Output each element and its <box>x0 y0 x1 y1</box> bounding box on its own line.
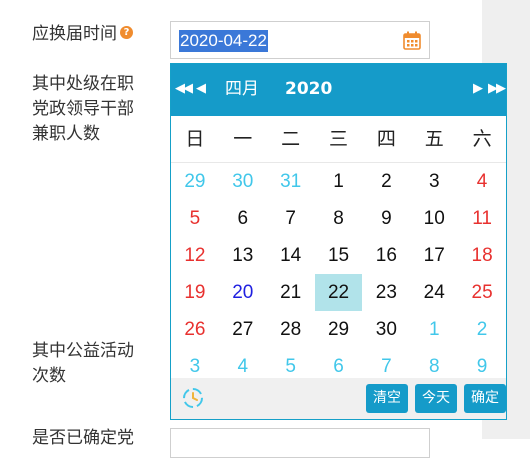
date-picker-popup: ◀◀ ◀ 四月 2020 ▶ ▶▶ 日 一 二 三 四 五 六 29 30 31… <box>170 63 507 420</box>
party-confirmed-input[interactable] <box>170 428 430 458</box>
day-cell[interactable]: 2 <box>458 311 506 348</box>
day-cell[interactable]: 13 <box>219 237 267 274</box>
day-cell[interactable]: 21 <box>267 274 315 311</box>
day-cell[interactable]: 7 <box>267 200 315 237</box>
prev-month-icon[interactable]: ◀ <box>196 80 206 98</box>
day-cell[interactable]: 23 <box>362 274 410 311</box>
day-cell[interactable]: 24 <box>410 274 458 311</box>
day-cell[interactable]: 29 <box>171 163 219 200</box>
day-cell[interactable]: 25 <box>458 274 506 311</box>
day-cell[interactable]: 19 <box>171 274 219 311</box>
help-icon[interactable]: ? <box>120 25 133 39</box>
weekday-thu: 四 <box>376 128 396 150</box>
day-cell[interactable]: 12 <box>171 237 219 274</box>
time-picker-icon[interactable] <box>181 386 205 410</box>
day-cell-today[interactable]: 20 <box>219 274 267 311</box>
day-cell[interactable]: 29 <box>315 311 363 348</box>
day-cell[interactable]: 10 <box>410 200 458 237</box>
day-cell[interactable]: 18 <box>458 237 506 274</box>
weekday-sat: 六 <box>472 128 492 150</box>
next-month-icon[interactable]: ▶ <box>473 80 483 98</box>
weekday-header-row: 日 一 二 三 四 五 六 <box>171 116 506 163</box>
month-selector[interactable]: 四月 <box>225 78 259 100</box>
weekday-mon: 一 <box>233 128 253 150</box>
field-label-text: 应换届时间 <box>32 24 117 44</box>
day-cell[interactable]: 4 <box>458 163 506 200</box>
field-label-public-activities: 其中公益活动次数 <box>32 341 134 386</box>
day-cell[interactable]: 27 <box>219 311 267 348</box>
date-picker-header: ◀◀ ◀ 四月 2020 ▶ ▶▶ <box>171 64 506 116</box>
day-cell[interactable]: 5 <box>171 200 219 237</box>
day-cell[interactable]: 26 <box>171 311 219 348</box>
date-input[interactable]: 2020-04-22 <box>170 21 430 59</box>
calendar-grid: 日 一 二 三 四 五 六 29 30 31 1 2 3 4 5 6 7 8 9… <box>171 116 506 385</box>
day-cell[interactable]: 30 <box>362 311 410 348</box>
date-picker-footer: 清空 今天 确定 <box>171 378 506 419</box>
day-cell[interactable]: 17 <box>410 237 458 274</box>
field-label-concurrent-posts: 其中处级在职党政领导干部兼职人数 <box>32 74 134 144</box>
confirm-button[interactable]: 确定 <box>464 384 506 413</box>
clear-button[interactable]: 清空 <box>366 384 408 413</box>
next-year-icon[interactable]: ▶▶ <box>488 80 506 98</box>
day-cell[interactable]: 1 <box>315 163 363 200</box>
day-cell[interactable]: 16 <box>362 237 410 274</box>
day-cell[interactable]: 15 <box>315 237 363 274</box>
day-cell[interactable]: 28 <box>267 311 315 348</box>
weekday-tue: 二 <box>281 128 301 150</box>
day-cell[interactable]: 2 <box>362 163 410 200</box>
week-row: 12 13 14 15 16 17 18 <box>171 237 506 274</box>
today-button[interactable]: 今天 <box>415 384 457 413</box>
week-row: 19 20 21 22 23 24 25 <box>171 274 506 311</box>
day-cell[interactable]: 8 <box>315 200 363 237</box>
week-row: 26 27 28 29 30 1 2 <box>171 311 506 348</box>
year-selector[interactable]: 2020 <box>285 78 332 100</box>
day-cell[interactable]: 1 <box>410 311 458 348</box>
prev-year-icon[interactable]: ◀◀ <box>175 80 193 98</box>
day-cell-selected[interactable]: 22 <box>314 274 363 311</box>
weekday-fri: 五 <box>424 128 444 150</box>
weekday-wed: 三 <box>329 128 349 150</box>
day-cell[interactable]: 31 <box>267 163 315 200</box>
date-input-value[interactable]: 2020-04-22 <box>179 30 268 52</box>
week-row: 5 6 7 8 9 10 11 <box>171 200 506 237</box>
day-cell[interactable]: 14 <box>267 237 315 274</box>
field-label-term-date: 应换届时间? <box>32 22 133 47</box>
day-cell[interactable]: 9 <box>362 200 410 237</box>
day-cell[interactable]: 3 <box>410 163 458 200</box>
day-cell[interactable]: 6 <box>219 200 267 237</box>
week-row: 29 30 31 1 2 3 4 <box>171 163 506 200</box>
weekday-sun: 日 <box>185 128 205 150</box>
calendar-icon[interactable] <box>403 31 421 50</box>
day-cell[interactable]: 11 <box>458 200 506 237</box>
day-cell[interactable]: 30 <box>219 163 267 200</box>
